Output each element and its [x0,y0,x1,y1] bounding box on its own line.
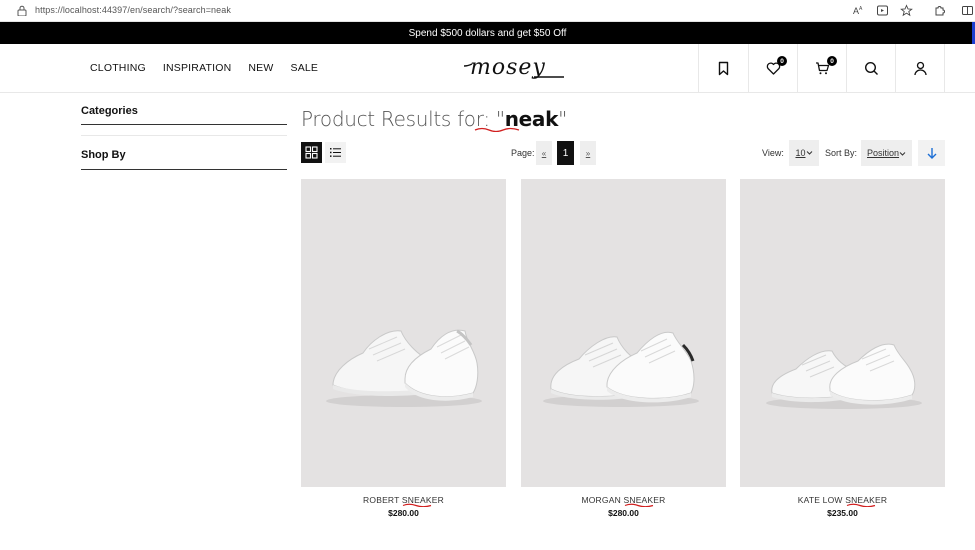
favorite-star-icon[interactable] [900,4,913,17]
product-name[interactable]: KATE LOW SNEAKER [740,495,945,505]
promo-text: Spend $500 dollars and get $50 Off [408,27,567,39]
section-divider [81,135,287,136]
view-label: View: [762,148,784,158]
sort-direction-button[interactable] [918,140,945,166]
lock-icon[interactable] [17,5,27,16]
product-price: $280.00 [608,508,639,518]
product-image[interactable] [521,179,726,487]
nav-item-sale[interactable]: SALE [290,62,318,74]
product-image[interactable] [740,179,945,487]
grid-view-button[interactable] [301,142,322,163]
search-icon [864,61,878,75]
url-field[interactable]: https://localhost:44397/en/search/?searc… [35,5,231,15]
product-price: $280.00 [388,508,419,518]
browser-address-bar: https://localhost:44397/en/search/?searc… [0,0,975,22]
page-size-value: 10 [795,148,806,158]
sort-value: Position [867,148,900,158]
page-size-select[interactable]: 10 [789,140,819,166]
split-screen-icon[interactable] [961,4,974,17]
prev-page-button[interactable]: « [536,141,552,165]
list-view-button[interactable] [325,142,346,163]
cart-button[interactable]: 0 [797,44,847,93]
chevron-down-icon [899,152,906,156]
main-nav: CLOTHING INSPIRATION NEW SALE [90,62,335,74]
logo-text: mosey [470,55,546,80]
svg-text:A: A [859,6,863,12]
account-button[interactable] [895,44,945,93]
cart-count-badge: 0 [827,56,837,66]
extensions-icon[interactable] [933,4,946,17]
product-card[interactable]: ROBERT SNEAKER $280.00 [301,179,506,518]
sort-label: Sort By: [825,148,858,158]
wishlist-button[interactable]: 0 [748,44,798,93]
bookmark-button[interactable] [698,44,748,93]
spellcheck-underline [624,503,654,507]
results-title: Product Results for: "neak" [301,107,567,131]
promo-banner: Spend $500 dollars and get $50 Off [0,22,975,44]
product-card[interactable]: KATE LOW SNEAKER $235.00 [740,179,945,518]
account-icon [913,61,927,76]
results-title-suffix: " [558,107,568,131]
current-page[interactable]: 1 [557,141,574,165]
product-price: $235.00 [827,508,858,518]
list-icon [330,148,341,157]
nav-item-clothing[interactable]: CLOTHING [90,62,146,74]
sort-select[interactable]: Position [861,140,912,166]
shopby-heading[interactable]: Shop By [81,149,287,161]
categories-divider [81,124,287,125]
grid-icon [305,146,318,159]
site-logo[interactable]: mosey [462,54,566,84]
shopby-divider [81,169,287,170]
sneaker-image [326,329,482,407]
next-page-button[interactable]: » [580,141,596,165]
site-header: CLOTHING INSPIRATION NEW SALE mosey 0 0 [0,44,975,93]
product-image[interactable] [301,179,506,487]
spellcheck-underline [846,503,876,507]
nav-item-new[interactable]: NEW [248,62,273,74]
filter-sidebar: Categories Shop By [81,105,287,170]
spellcheck-underline [402,503,432,507]
sneaker-image [543,331,699,407]
wishlist-count-badge: 0 [777,56,787,66]
categories-heading[interactable]: Categories [81,105,287,117]
bookmark-icon [718,61,729,76]
chevron-down-icon [806,151,812,155]
search-button[interactable] [846,44,896,93]
read-aloud-icon[interactable]: A A [852,4,865,17]
arrow-down-icon [927,148,936,159]
pager-label: Page: [511,148,535,158]
spellcheck-underline [474,127,520,132]
nav-item-inspiration[interactable]: INSPIRATION [163,62,232,74]
product-card[interactable]: MORGAN SNEAKER $280.00 [521,179,726,518]
sneaker-image [766,343,922,409]
app-available-icon[interactable] [876,4,889,17]
